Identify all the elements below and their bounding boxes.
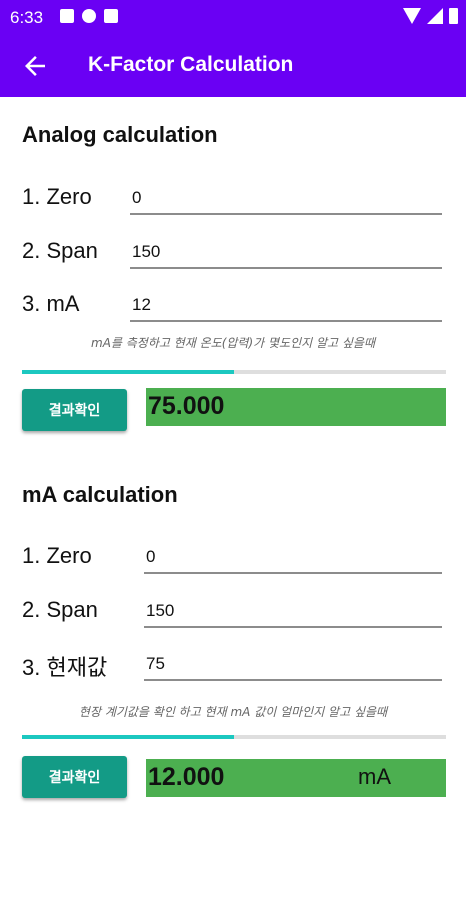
back-arrow-icon — [25, 56, 45, 76]
analog-ma-label: 3. mA — [22, 291, 80, 316]
ma-progress-bar — [22, 735, 446, 739]
analog-calculate-button[interactable]: 결과확인 — [22, 389, 127, 431]
signal-icon — [427, 8, 443, 24]
status-bar: 6:33 — [0, 0, 466, 35]
sd-card-icon — [104, 9, 118, 23]
ma-result-unit: mA — [358, 764, 391, 789]
analog-span-input[interactable] — [130, 237, 442, 269]
notification-icon — [60, 9, 74, 23]
analog-hint: mA를 측정하고 현재 온도(압력)가 몇도인지 알고 싶을때 — [91, 336, 375, 350]
analog-progress-fill — [22, 370, 234, 374]
analog-section-title: Analog calculation — [22, 122, 218, 147]
ma-span-label: 2. Span — [22, 597, 98, 622]
ma-result-box: 12.000 mA — [146, 759, 446, 797]
analog-result-box: 75.000 — [146, 388, 446, 426]
analog-progress-bar — [22, 370, 446, 374]
ma-progress-fill — [22, 735, 234, 739]
ma-zero-input[interactable] — [144, 542, 442, 574]
ma-current-value-label: 3. 현재값 — [22, 655, 108, 680]
ma-section-title: mA calculation — [22, 482, 178, 507]
ma-zero-label: 1. Zero — [22, 543, 92, 568]
wifi-icon — [403, 8, 421, 24]
system-icons — [403, 8, 458, 24]
ma-calculate-button[interactable]: 결과확인 — [22, 756, 127, 798]
analog-result-value: 75.000 — [148, 392, 225, 420]
back-button[interactable] — [20, 51, 50, 81]
battery-icon — [449, 8, 458, 24]
ma-hint: 현장 계기값을 확인 하고 현재 mA 값이 얼마인지 알고 싶을때 — [78, 705, 388, 719]
sync-icon — [82, 9, 96, 23]
status-time: 6:33 — [10, 8, 44, 27]
analog-span-label: 2. Span — [22, 238, 98, 263]
analog-ma-input[interactable] — [130, 290, 442, 322]
analog-zero-label: 1. Zero — [22, 184, 92, 209]
page-title: K-Factor Calculation — [88, 53, 294, 76]
ma-current-value-input[interactable] — [144, 649, 442, 681]
app-bar: K-Factor Calculation — [0, 35, 466, 97]
notification-icons — [60, 9, 118, 23]
ma-span-input[interactable] — [144, 596, 442, 628]
analog-zero-input[interactable] — [130, 183, 442, 215]
ma-result-value: 12.000 — [148, 763, 225, 791]
